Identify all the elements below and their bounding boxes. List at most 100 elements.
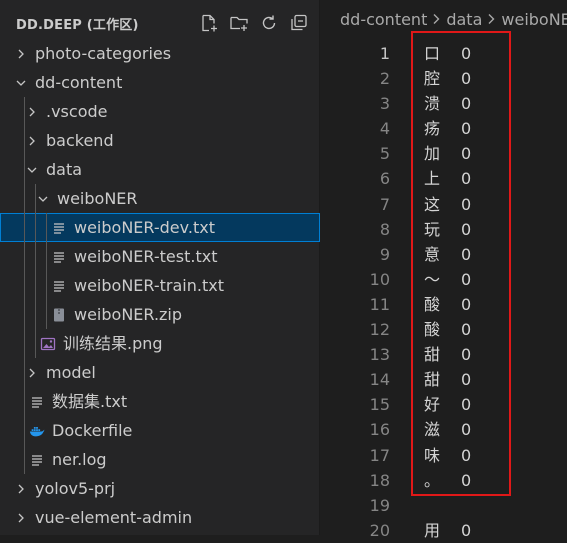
line-number: 5 xyxy=(379,144,390,164)
zip-file-icon xyxy=(50,300,68,329)
text-file-icon xyxy=(50,242,68,271)
line-number: 6 xyxy=(379,169,390,189)
tree-item-label: 数据集.txt xyxy=(52,392,128,411)
indent-guide xyxy=(24,358,25,387)
tree-item-label: weiboNER-test.txt xyxy=(74,247,218,266)
tree-item[interactable]: data xyxy=(0,155,320,184)
new-file-icon[interactable] xyxy=(198,12,219,33)
line-number: 17 xyxy=(369,445,390,465)
indent-guide xyxy=(24,416,25,445)
code-line[interactable]: 19 xyxy=(320,493,567,518)
indent-guide xyxy=(46,300,47,329)
indent-guide xyxy=(46,271,47,300)
chevron-right-icon xyxy=(432,10,441,29)
indent-guide xyxy=(46,213,47,242)
text-file-icon xyxy=(50,213,68,242)
tree-item[interactable]: backend xyxy=(0,126,320,155)
line-number: 4 xyxy=(379,119,390,139)
token-label: 0 xyxy=(461,520,472,540)
line-number: 10 xyxy=(369,269,390,289)
breadcrumb-item-file[interactable]: weiboNE xyxy=(501,10,567,29)
breadcrumb-item-dd-content[interactable]: dd-content xyxy=(340,10,427,29)
tree-item-label: model xyxy=(46,363,96,382)
line-number: 1 xyxy=(379,44,390,63)
indent-guide xyxy=(24,242,25,271)
indent-guide xyxy=(24,126,25,155)
indent-guide xyxy=(35,329,36,358)
indent-guide xyxy=(35,213,36,242)
indent-guide xyxy=(24,445,25,474)
line-number: 11 xyxy=(369,294,390,314)
tree-item[interactable]: weiboNER-test.txt xyxy=(0,242,320,271)
token-char: 用 xyxy=(424,520,441,540)
highlight-annotation-box xyxy=(411,31,511,496)
indent-guide xyxy=(46,242,47,271)
tree-item[interactable]: dd-content xyxy=(0,68,320,97)
indent-guide xyxy=(24,155,25,184)
breadcrumb: dd-content data weiboNE xyxy=(340,10,567,29)
line-number: 9 xyxy=(379,244,390,264)
indent-guide xyxy=(24,97,25,126)
tree-item-label: data xyxy=(46,160,83,179)
line-number: 2 xyxy=(379,69,390,89)
indent-guide xyxy=(24,271,25,300)
line-number: 18 xyxy=(369,470,390,490)
line-number: 14 xyxy=(369,370,390,390)
collapse-all-icon[interactable] xyxy=(288,12,309,33)
tree-item[interactable]: photo-categories xyxy=(0,39,320,68)
indent-guide xyxy=(35,300,36,329)
line-number: 12 xyxy=(369,320,390,340)
chevron-right-icon[interactable] xyxy=(26,126,38,155)
tree-item-label: vue-element-admin xyxy=(35,508,193,527)
text-file-icon xyxy=(28,445,46,474)
indent-guide xyxy=(24,387,25,416)
tree-item[interactable]: weiboNER-dev.txt xyxy=(0,213,320,242)
chevron-right-icon[interactable] xyxy=(15,39,27,68)
indent-guide xyxy=(24,329,25,358)
indent-guide xyxy=(35,242,36,271)
tree-item[interactable]: weiboNER-train.txt xyxy=(0,271,320,300)
text-file-icon xyxy=(28,387,46,416)
tree-item[interactable]: weiboNER.zip xyxy=(0,300,320,329)
tree-item-label: .vscode xyxy=(46,102,108,121)
tree-item-label: ner.log xyxy=(52,450,107,469)
tree-item[interactable]: 数据集.txt xyxy=(0,387,320,416)
explorer-header: DD.DEEP (工作区) xyxy=(0,0,319,44)
refresh-icon[interactable] xyxy=(258,12,279,33)
line-number: 16 xyxy=(369,420,390,440)
chevron-down-icon[interactable] xyxy=(37,184,49,213)
tree-item[interactable]: model xyxy=(0,358,320,387)
tree-item-label: Dockerfile xyxy=(52,421,133,440)
chevron-right-icon[interactable] xyxy=(15,503,27,532)
chevron-down-icon[interactable] xyxy=(15,68,27,97)
chevron-right-icon xyxy=(487,10,496,29)
docker-icon xyxy=(28,416,46,445)
explorer-sidebar: DD.DEEP (工作区) photo-categories dd-conten… xyxy=(0,0,320,535)
indent-guide xyxy=(24,213,25,242)
new-folder-icon[interactable] xyxy=(228,12,249,33)
chevron-right-icon[interactable] xyxy=(26,97,38,126)
tree-item[interactable]: Dockerfile xyxy=(0,416,320,445)
indent-guide xyxy=(24,300,25,329)
indent-guide xyxy=(35,271,36,300)
indent-guide xyxy=(24,184,25,213)
breadcrumb-item-data[interactable]: data xyxy=(446,10,482,29)
tree-item-label: backend xyxy=(46,131,114,150)
chevron-right-icon[interactable] xyxy=(26,358,38,387)
tree-item[interactable]: weiboNER xyxy=(0,184,320,213)
tree-item-label: weiboNER-dev.txt xyxy=(74,218,215,237)
line-number: 19 xyxy=(369,495,390,515)
tree-item-label: photo-categories xyxy=(35,44,172,63)
tree-item[interactable]: ner.log xyxy=(0,445,320,474)
tree-item-label: 训练结果.png xyxy=(63,334,163,353)
workspace-title[interactable]: DD.DEEP (工作区) xyxy=(16,14,139,33)
chevron-down-icon[interactable] xyxy=(26,155,38,184)
tree-item[interactable]: 训练结果.png xyxy=(0,329,320,358)
tree-item[interactable]: .vscode xyxy=(0,97,320,126)
chevron-right-icon[interactable] xyxy=(15,474,27,503)
code-line[interactable]: 20 用 0 xyxy=(320,518,567,543)
tree-item-label: dd-content xyxy=(35,73,123,92)
tree-item[interactable]: yolov5-prj xyxy=(0,474,320,503)
text-file-icon xyxy=(50,271,68,300)
tree-item[interactable]: vue-element-admin xyxy=(0,503,320,532)
